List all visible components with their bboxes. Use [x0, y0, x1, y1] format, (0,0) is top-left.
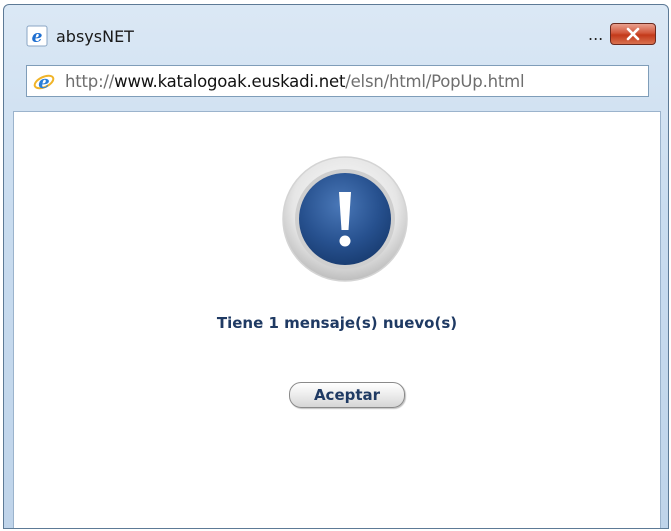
popup-window: e absysNET ... e http://www.katalogoak.e…: [3, 4, 669, 529]
close-button[interactable]: [610, 23, 656, 45]
url-prefix: http://: [65, 72, 115, 91]
ie-icon: e: [26, 25, 48, 47]
accept-button[interactable]: Aceptar: [289, 382, 405, 408]
svg-text:e: e: [38, 72, 49, 93]
address-bar[interactable]: e http://www.katalogoak.euskadi.net/elsn…: [26, 65, 649, 97]
window-title: absysNET: [56, 27, 134, 46]
url-path: /elsn/html/PopUp.html: [345, 72, 525, 91]
close-icon: [626, 27, 640, 41]
title-bar[interactable]: e absysNET ...: [4, 5, 668, 57]
svg-text:e: e: [32, 27, 43, 47]
dialog-message: Tiene 1 mensaje(s) nuevo(s): [216, 314, 458, 332]
url-host: www.katalogoak.euskadi.net: [114, 72, 346, 91]
title-ellipsis: ...: [588, 25, 604, 44]
exclamation-icon: [282, 156, 408, 282]
dialog-content: Tiene 1 mensaje(s) nuevo(s) Aceptar: [13, 111, 661, 528]
address-url: http://www.katalogoak.euskadi.net/elsn/h…: [65, 72, 525, 91]
ie-icon: e: [33, 72, 55, 93]
